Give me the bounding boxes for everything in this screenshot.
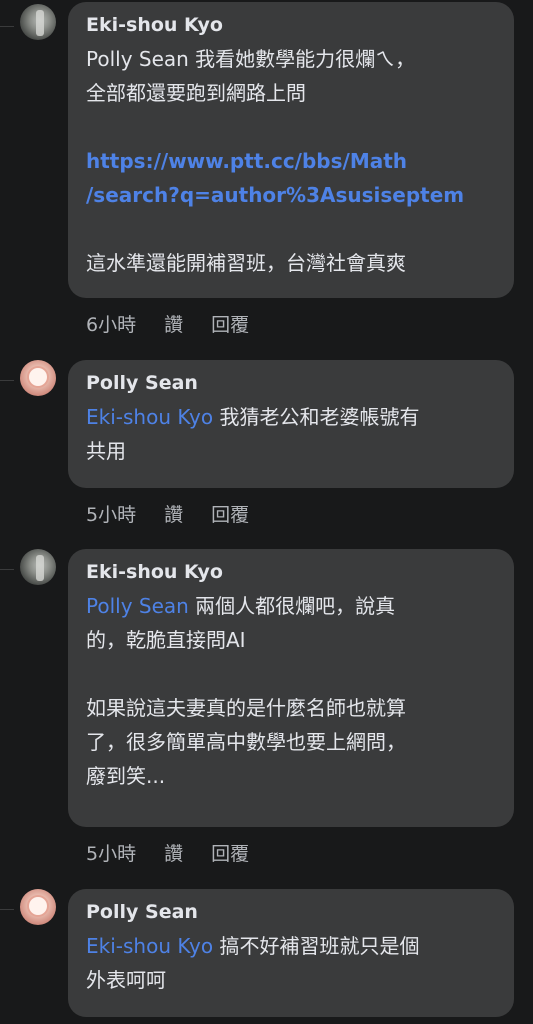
- avatar[interactable]: [20, 360, 56, 396]
- mention-link[interactable]: Eki-shou Kyo: [86, 934, 213, 958]
- comment-author[interactable]: Polly Sean: [86, 370, 496, 396]
- avatar[interactable]: [20, 549, 56, 585]
- comment-timestamp: 6小時: [86, 314, 137, 336]
- reply-button[interactable]: 回覆: [211, 504, 249, 526]
- thread-connector: [0, 26, 14, 27]
- comment-author[interactable]: Polly Sean: [86, 899, 496, 925]
- comment-meta: 6小時 讚 回覆: [86, 312, 277, 338]
- like-button[interactable]: 讚: [164, 843, 183, 865]
- comment-text: 如果說這夫妻真的是什麼名師也就算: [86, 696, 406, 720]
- comment-text: 了，很多簡單高中數學也要上網問，: [86, 730, 406, 754]
- comment-text: 廢到笑...: [86, 764, 166, 788]
- comment-bubble: Polly Sean Eki-shou Kyo 搞不好補習班就只是個 外表呵呵: [68, 889, 514, 1017]
- thread-connector: [0, 569, 14, 570]
- comment-text: 兩個人都很爛吧，說真: [188, 594, 396, 618]
- reply-button[interactable]: 回覆: [211, 314, 249, 336]
- comment-timestamp: 5小時: [86, 843, 137, 865]
- comment-author[interactable]: Eki-shou Kyo: [86, 559, 496, 585]
- url-link[interactable]: /search?q=author%3Asusiseptem: [86, 178, 496, 212]
- mention-link[interactable]: Polly Sean: [86, 594, 189, 618]
- comment-thread: Eki-shou Kyo Polly Sean 我看她數學能力很爛ㄟ， 全部都還…: [0, 0, 533, 1024]
- comment-text: 這水準還能開補習班，台灣社會真爽: [86, 251, 406, 275]
- avatar[interactable]: [20, 889, 56, 925]
- like-button[interactable]: 讚: [164, 504, 183, 526]
- comment-bubble: Eki-shou Kyo Polly Sean 兩個人都很爛吧，說真 的，乾脆直…: [68, 549, 514, 827]
- comment-text: 我看她數學能力很爛ㄟ，: [188, 47, 416, 71]
- comment-body: Eki-shou Kyo 我猜老公和老婆帳號有 共用: [86, 400, 496, 468]
- like-button[interactable]: 讚: [164, 314, 183, 336]
- comment-timestamp: 5小時: [86, 504, 137, 526]
- comment-body: Polly Sean 我看她數學能力很爛ㄟ， 全部都還要跑到網路上問 https…: [86, 42, 496, 280]
- reply-button[interactable]: 回覆: [211, 843, 249, 865]
- comment-text: 的，乾脆直接問AI: [86, 628, 246, 652]
- comment-body: Eki-shou Kyo 搞不好補習班就只是個 外表呵呵: [86, 929, 496, 997]
- thread-connector: [0, 380, 14, 381]
- comment-author[interactable]: Eki-shou Kyo: [86, 12, 496, 38]
- comment-meta: 5小時 讚 回覆: [86, 841, 277, 867]
- comment-bubble: Eki-shou Kyo Polly Sean 我看她數學能力很爛ㄟ， 全部都還…: [68, 2, 514, 298]
- comment-text: 我猜老公和老婆帳號有: [213, 405, 420, 429]
- avatar[interactable]: [20, 4, 56, 40]
- comment-text: 外表呵呵: [86, 968, 166, 992]
- mention-link[interactable]: Eki-shou Kyo: [86, 405, 213, 429]
- comment-text: 共用: [86, 439, 126, 463]
- mention-link[interactable]: Polly Sean: [86, 47, 189, 71]
- comment-text: 全部都還要跑到網路上問: [86, 81, 306, 105]
- comment-bubble: Polly Sean Eki-shou Kyo 我猜老公和老婆帳號有 共用: [68, 360, 514, 488]
- comment-body: Polly Sean 兩個人都很爛吧，說真 的，乾脆直接問AI 如果說這夫妻真的…: [86, 589, 496, 793]
- comment-meta: 5小時 讚 回覆: [86, 502, 277, 528]
- url-link[interactable]: https://www.ptt.cc/bbs/Math: [86, 144, 496, 178]
- comment-text: 搞不好補習班就只是個: [213, 934, 420, 958]
- thread-connector: [0, 909, 14, 910]
